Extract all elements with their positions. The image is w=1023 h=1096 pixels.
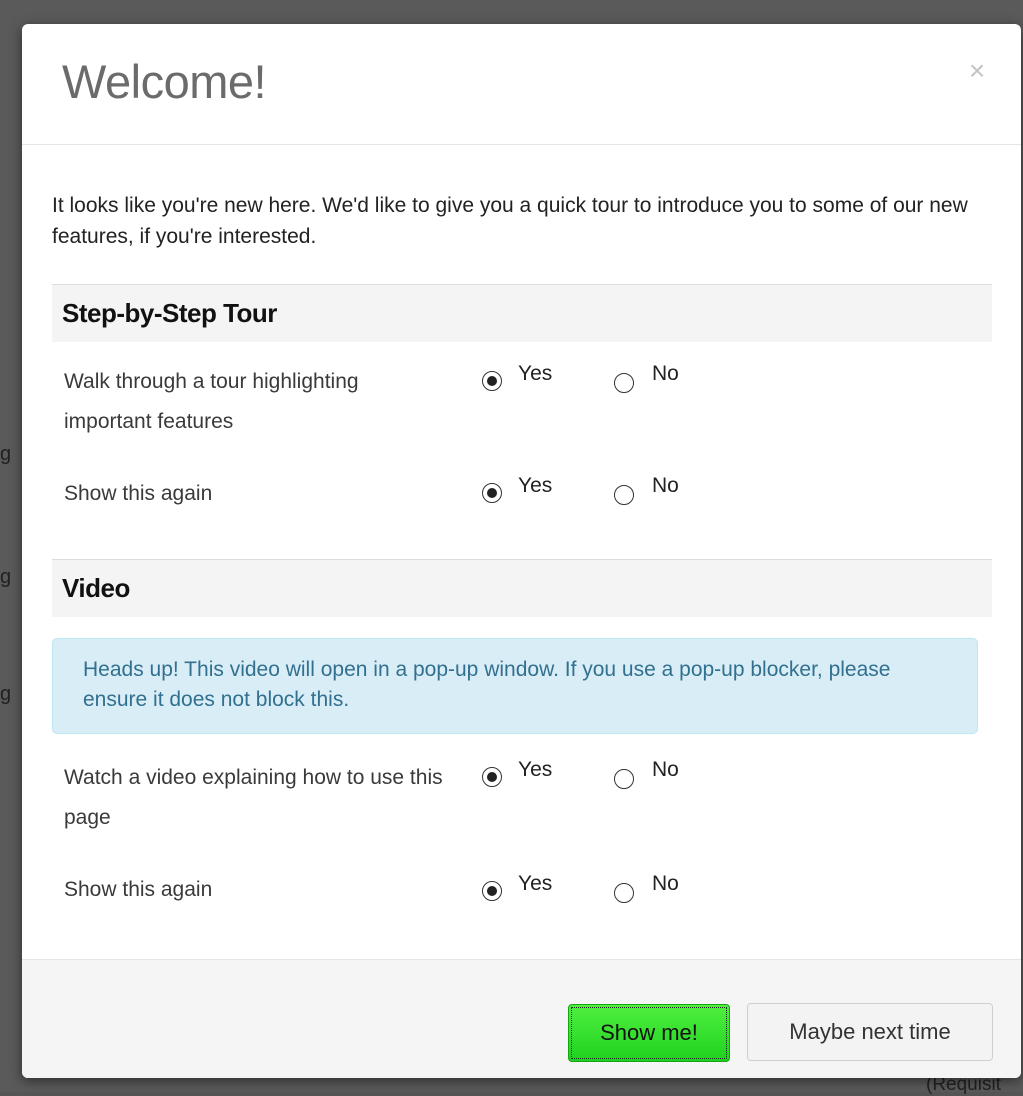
radio-label-yes: Yes: [518, 362, 553, 385]
radio-label-no: No: [652, 872, 679, 895]
section-heading-label: Step-by-Step Tour: [62, 298, 277, 328]
background-text-fragment: g: [0, 566, 12, 588]
section-heading-tour: Step-by-Step Tour: [52, 284, 992, 342]
show-me-button[interactable]: Show me!: [568, 1004, 730, 1062]
radio-label-yes: Yes: [518, 758, 553, 781]
radio-video-watch-yes[interactable]: [482, 767, 502, 787]
intro-text: It looks like you're new here. We'd like…: [52, 194, 968, 248]
maybe-next-time-button[interactable]: Maybe next time: [747, 1003, 993, 1061]
radio-label-yes: Yes: [518, 474, 553, 497]
popup-warning-alert: Heads up! This video will open in a pop-…: [52, 638, 978, 734]
section-heading-video: Video: [52, 559, 992, 617]
dialog-title: Welcome!: [62, 55, 267, 108]
radio-label-yes: Yes: [518, 872, 553, 895]
radio-tour-show-again-yes[interactable]: [482, 483, 502, 503]
radio-tour-walkthrough-yes[interactable]: [482, 371, 502, 391]
option-label-show-video-again: Show this again: [64, 878, 213, 901]
option-label-show-tour-again: Show this again: [64, 482, 213, 505]
close-icon[interactable]: ×: [962, 56, 992, 86]
alert-text: Heads up! This video will open in a pop-…: [83, 658, 891, 711]
welcome-dialog: Welcome! × It looks like you're new here…: [22, 24, 1021, 1078]
background-text-fragment: g: [0, 683, 12, 705]
section-heading-label: Video: [62, 573, 130, 603]
radio-video-show-again-no[interactable]: [614, 883, 634, 903]
radio-video-show-again-yes[interactable]: [482, 881, 502, 901]
radio-tour-show-again-no[interactable]: [614, 485, 634, 505]
option-label-watch-video: Watch a video explaining how to use this…: [64, 766, 443, 829]
radio-tour-walkthrough-no[interactable]: [614, 373, 634, 393]
radio-label-no: No: [652, 758, 679, 781]
radio-video-watch-no[interactable]: [614, 769, 634, 789]
radio-label-no: No: [652, 474, 679, 497]
dialog-header: Welcome! ×: [22, 24, 1021, 145]
radio-label-no: No: [652, 362, 679, 385]
background-text-fragment: g: [0, 443, 12, 465]
option-label-walk-through-tour: Walk through a tour highlighting importa…: [64, 370, 359, 433]
dialog-footer: Show me! Maybe next time: [22, 959, 1021, 1078]
